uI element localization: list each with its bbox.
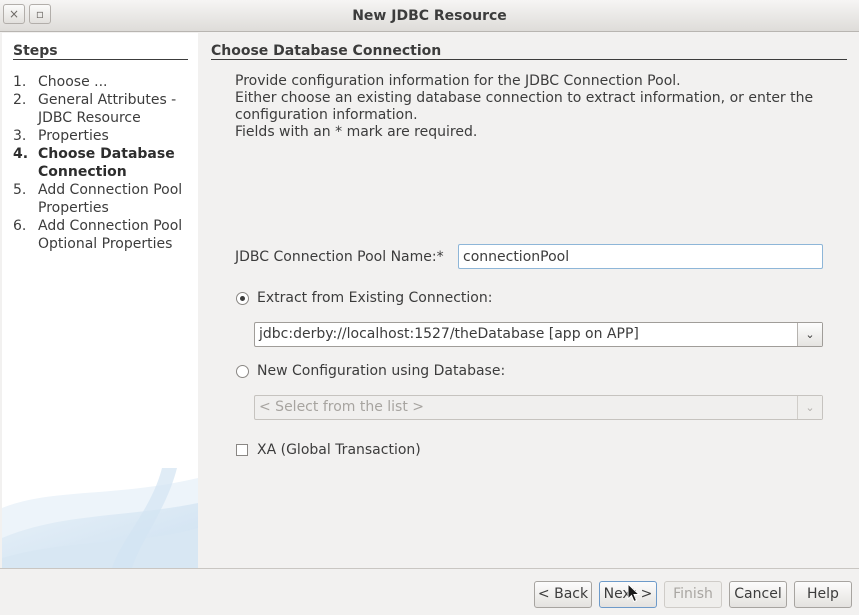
steps-divider <box>13 59 188 60</box>
extract-radio[interactable] <box>236 291 249 305</box>
step-item: 2. General Attributes - JDBC Resource <box>13 91 193 127</box>
pool-name-label: JDBC Connection Pool Name:* <box>235 249 444 265</box>
maximize-icon[interactable]: ▫ <box>29 4 51 24</box>
new-config-radio[interactable] <box>236 364 249 378</box>
steps-title: Steps <box>13 43 58 59</box>
description-line: Fields with an * mark are required. <box>235 124 478 140</box>
step-number: 6. <box>13 218 27 234</box>
database-placeholder: < Select from the list > <box>259 399 425 415</box>
existing-connection-select[interactable]: jdbc:derby://localhost:1527/theDatabase … <box>254 322 823 347</box>
chevron-down-icon[interactable]: ⌄ <box>797 323 822 346</box>
step-item: 6. Add Connection Pool Optional Propertie… <box>13 217 193 253</box>
step-label: Properties <box>38 128 109 144</box>
extract-existing-option[interactable]: Extract from Existing Connection: <box>236 290 492 306</box>
existing-connection-value: jdbc:derby://localhost:1527/theDatabase … <box>259 326 639 342</box>
step-number: 2. <box>13 92 27 108</box>
window-title: New JDBC Resource <box>352 8 507 24</box>
close-icon[interactable]: × <box>3 4 25 24</box>
step-item: 5. Add Connection Pool Properties <box>13 181 193 217</box>
step-number: 3. <box>13 128 27 144</box>
cancel-button[interactable]: Cancel <box>729 581 787 608</box>
database-select: < Select from the list > ⌄ <box>254 395 823 420</box>
chevron-down-icon: ⌄ <box>797 396 822 419</box>
main-panel: Choose Database Connection Provide confi… <box>198 33 859 568</box>
step-label: Choose ... <box>38 74 108 90</box>
step-number: 5. <box>13 182 27 198</box>
description-line: Either choose an existing database conne… <box>235 90 814 123</box>
description-line: Provide configuration information for th… <box>235 73 681 89</box>
step-item: 1. Choose ... <box>13 73 193 91</box>
step-label: Add Connection Pool Optional Properties <box>38 218 183 252</box>
title-bar: New JDBC Resource × ▫ <box>0 0 859 32</box>
page-title: Choose Database Connection <box>211 43 442 59</box>
help-button[interactable]: Help <box>794 581 852 608</box>
step-number: 1. <box>13 74 27 90</box>
xa-checkbox[interactable] <box>236 444 248 456</box>
extract-label: Extract from Existing Connection: <box>257 290 493 306</box>
xa-label: XA (Global Transaction) <box>257 442 421 458</box>
steps-list: 1. Choose ... 2. General Attributes - JDBC… <box>13 73 193 253</box>
decorative-swoosh-icon <box>2 468 198 568</box>
title-divider <box>211 59 847 60</box>
new-config-label: New Configuration using Database: <box>257 363 506 379</box>
pool-name-input[interactable] <box>458 244 823 269</box>
button-bar: < Back Next > Finish Cancel Help <box>0 568 859 615</box>
step-label: Choose Database Connection <box>38 146 175 180</box>
mouse-cursor-icon <box>627 583 641 603</box>
step-label: General Attributes - JDBC Resource <box>38 92 177 126</box>
xa-option[interactable]: XA (Global Transaction) <box>236 442 421 458</box>
step-number: 4. <box>13 146 29 162</box>
step-item-current: 4. Choose Database Connection <box>13 145 193 181</box>
new-configuration-option[interactable]: New Configuration using Database: <box>236 363 505 379</box>
description: Provide configuration information for th… <box>235 73 835 141</box>
steps-sidebar: Steps 1. Choose ... 2. General Attributes … <box>2 33 198 568</box>
step-item: 3. Properties <box>13 127 193 145</box>
back-button[interactable]: < Back <box>534 581 592 608</box>
step-label: Add Connection Pool Properties <box>38 182 183 216</box>
finish-button: Finish <box>664 581 722 608</box>
